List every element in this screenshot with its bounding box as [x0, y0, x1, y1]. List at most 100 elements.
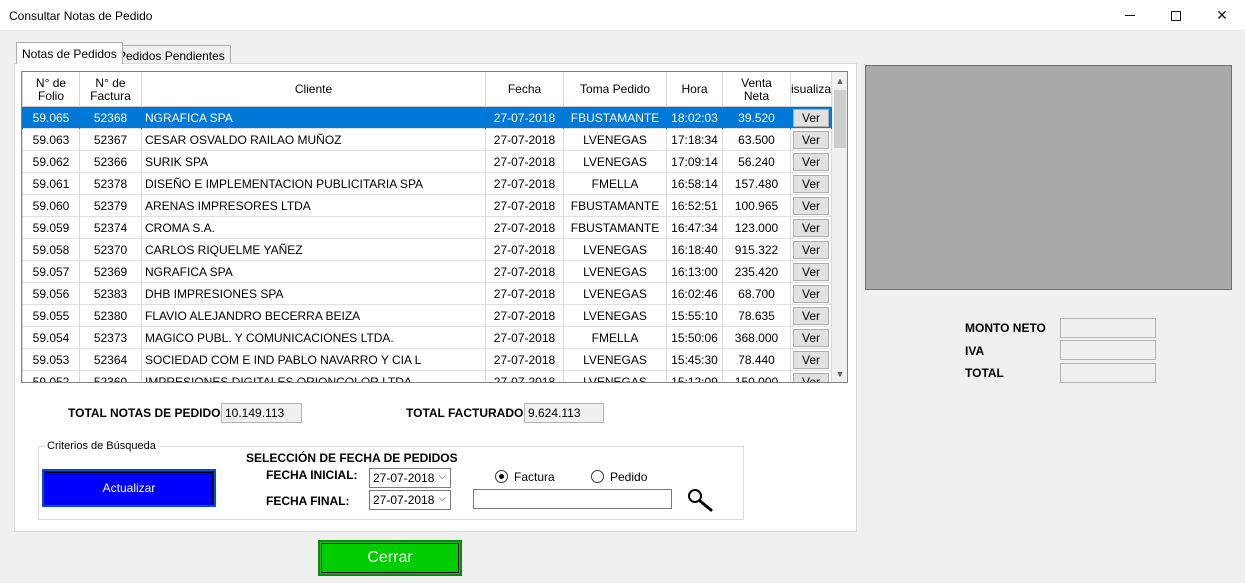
table-cell[interactable]: 59.058 — [23, 239, 80, 261]
table-cell[interactable]: 16:02:46 — [667, 283, 723, 305]
table-cell[interactable]: 52374 — [80, 217, 142, 239]
table-cell[interactable]: FBUSTAMANTE — [564, 107, 667, 129]
total-facturado-field[interactable]: 9.624.113 — [524, 403, 604, 423]
ver-button[interactable]: Ver — [793, 241, 829, 259]
table-cell[interactable]: 16:47:34 — [667, 217, 723, 239]
table-cell[interactable]: 27-07-2018 — [486, 327, 564, 349]
table-cell[interactable]: LVENEGAS — [564, 283, 667, 305]
table-cell[interactable]: CARLOS RIQUELME YAÑEZ — [142, 239, 486, 261]
maximize-button[interactable] — [1153, 0, 1199, 31]
ver-button[interactable]: Ver — [793, 373, 829, 382]
table-cell[interactable]: LVENEGAS — [564, 349, 667, 371]
table-cell[interactable]: 59.053 — [23, 349, 80, 371]
column-header[interactable]: Cliente — [142, 72, 486, 107]
table-cell[interactable]: 52380 — [80, 305, 142, 327]
scroll-down-icon[interactable]: ▼ — [832, 365, 847, 382]
table-cell[interactable]: 368.000 — [723, 327, 791, 349]
minimize-button[interactable] — [1107, 0, 1153, 31]
table-cell[interactable]: 78.440 — [723, 349, 791, 371]
table-cell[interactable]: 16:18:40 — [667, 239, 723, 261]
pedido-radio-label[interactable]: Pedido — [610, 470, 647, 484]
factura-radio[interactable] — [495, 470, 508, 483]
table-row[interactable]: 59.061 52378 DISEÑO E IMPLEMENTACION PUBLI… — [22, 173, 832, 195]
table-cell[interactable]: 68.700 — [723, 283, 791, 305]
table-cell[interactable]: NGRAFICA SPA — [142, 261, 486, 283]
table-cell[interactable]: 27-07-2018 — [486, 239, 564, 261]
table-cell[interactable]: 27-07-2018 — [486, 261, 564, 283]
table-row[interactable]: 59.062 52366 SURIK SPA 27-07-2018 LVENEGAS 17… — [22, 151, 832, 173]
table-cell[interactable]: 17:18:34 — [667, 129, 723, 151]
table-cell[interactable]: IMPRESIONES DIGITALES ORIONCOLOR LTDA — [142, 371, 486, 382]
table-cell[interactable]: 52364 — [80, 349, 142, 371]
table-cell[interactable]: SURIK SPA — [142, 151, 486, 173]
table-cell[interactable]: MAGICO PUBL. Y COMUNICACIONES LTDA. — [142, 327, 486, 349]
table-cell[interactable]: NGRAFICA SPA — [142, 107, 486, 129]
fecha-inicial-picker[interactable]: 27-07-2018 ⌵ — [369, 468, 451, 488]
table-cell[interactable]: FLAVIO ALEJANDRO BECERRA BEIZA — [142, 305, 486, 327]
pedido-radio[interactable] — [591, 470, 604, 483]
orders-grid[interactable]: N° de Folio N° de Factura Cliente Fecha Toma… — [21, 71, 848, 383]
column-header[interactable]: Venta Neta — [723, 72, 791, 107]
table-cell[interactable]: LVENEGAS — [564, 151, 667, 173]
table-cell[interactable]: 27-07-2018 — [486, 305, 564, 327]
table-cell[interactable]: CESAR OSVALDO RAILAO MUÑOZ — [142, 129, 486, 151]
ver-button[interactable]: Ver — [793, 131, 829, 149]
search-input[interactable] — [473, 489, 672, 509]
table-cell[interactable]: 52368 — [80, 107, 142, 129]
ver-button[interactable]: Ver — [793, 219, 829, 237]
table-row[interactable]: 59.063 52367 CESAR OSVALDO RAILAO MUÑOZ 27-… — [22, 129, 832, 151]
ver-button[interactable]: Ver — [793, 109, 829, 127]
table-cell[interactable]: 52367 — [80, 129, 142, 151]
column-header[interactable]: N° de Factura — [80, 72, 142, 107]
table-cell[interactable]: 59.060 — [23, 195, 80, 217]
column-header[interactable]: isualiza — [791, 72, 832, 107]
table-cell[interactable]: 16:13:00 — [667, 261, 723, 283]
total-notas-field[interactable]: 10.149.113 — [221, 403, 302, 423]
table-cell[interactable]: LVENEGAS — [564, 261, 667, 283]
table-cell[interactable]: LVENEGAS — [564, 129, 667, 151]
table-cell[interactable]: 100.965 — [723, 195, 791, 217]
table-cell[interactable]: FMELLA — [564, 173, 667, 195]
column-header[interactable]: Toma Pedido — [564, 72, 667, 107]
table-row[interactable]: 59.055 52380 FLAVIO ALEJANDRO BECERRA BEIZ… — [22, 305, 832, 327]
table-cell[interactable]: 15:12:09 — [667, 371, 723, 382]
ver-button[interactable]: Ver — [793, 351, 829, 369]
table-cell[interactable]: FMELLA — [564, 327, 667, 349]
table-cell[interactable]: 52366 — [80, 151, 142, 173]
table-cell[interactable]: 27-07-2018 — [486, 107, 564, 129]
table-cell[interactable]: 59.065 — [23, 107, 80, 129]
table-cell[interactable]: 17:09:14 — [667, 151, 723, 173]
table-cell[interactable]: 27-07-2018 — [486, 129, 564, 151]
table-cell[interactable]: 52360 — [80, 371, 142, 382]
table-cell[interactable]: 16:58:14 — [667, 173, 723, 195]
table-cell[interactable]: 15:50:06 — [667, 327, 723, 349]
table-cell[interactable]: CROMA S.A. — [142, 217, 486, 239]
scroll-thumb[interactable] — [834, 90, 846, 148]
table-cell[interactable]: 27-07-2018 — [486, 371, 564, 382]
table-cell[interactable]: 15:55:10 — [667, 305, 723, 327]
table-cell[interactable]: 59.057 — [23, 261, 80, 283]
cerrar-button[interactable]: Cerrar — [318, 540, 462, 576]
column-header[interactable]: Fecha — [486, 72, 564, 107]
table-cell[interactable]: LVENEGAS — [564, 305, 667, 327]
ver-button[interactable]: Ver — [793, 329, 829, 347]
table-cell[interactable]: ARENAS IMPRESORES LTDA — [142, 195, 486, 217]
table-row[interactable]: 59.060 52379 ARENAS IMPRESORES LTDA 27-07-2… — [22, 195, 832, 217]
tab-pedidos-pendientes[interactable]: Pedidos Pendientes — [112, 45, 231, 65]
iva-field[interactable] — [1060, 340, 1156, 360]
table-cell[interactable]: 52373 — [80, 327, 142, 349]
table-cell[interactable]: 59.056 — [23, 283, 80, 305]
table-cell[interactable]: DISEÑO E IMPLEMENTACION PUBLICITARIA SPA — [142, 173, 486, 195]
ver-button[interactable]: Ver — [793, 197, 829, 215]
table-cell[interactable]: 15:45:30 — [667, 349, 723, 371]
table-cell[interactable]: 52378 — [80, 173, 142, 195]
table-cell[interactable]: 235.420 — [723, 261, 791, 283]
table-cell[interactable]: 59.052 — [23, 371, 80, 382]
table-cell[interactable]: SOCIEDAD COM E IND PABLO NAVARRO Y CIA L — [142, 349, 486, 371]
table-cell[interactable]: 18:02:03 — [667, 107, 723, 129]
table-row[interactable]: 59.053 52364 SOCIEDAD COM E IND PABLO NAVA… — [22, 349, 832, 371]
table-cell[interactable]: 52370 — [80, 239, 142, 261]
column-header[interactable]: N° de Folio — [23, 72, 80, 107]
table-cell[interactable]: 27-07-2018 — [486, 217, 564, 239]
table-cell[interactable]: 16:52:51 — [667, 195, 723, 217]
